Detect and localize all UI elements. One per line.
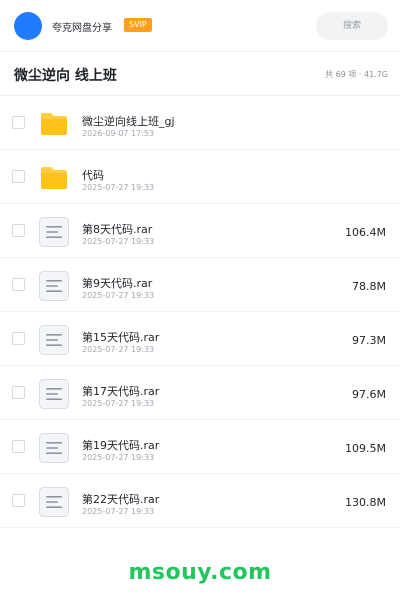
list-item[interactable]: 第19天代码.rar 2025-07-27 19:33 109.5M <box>0 420 400 474</box>
file-date: 2025-07-27 19:33 <box>82 399 155 408</box>
archive-file-icon <box>38 486 70 518</box>
file-date: 2025-07-27 19:33 <box>82 291 155 300</box>
watermark-text: msouy.com <box>128 560 272 585</box>
archive-file-icon <box>38 378 70 410</box>
folder-stats: 共 69 项 · 41.7G <box>325 70 388 79</box>
file-size: 130.8M <box>345 496 386 509</box>
page-title: 微尘逆向 线上班 <box>14 68 117 84</box>
select-checkbox[interactable] <box>12 224 25 237</box>
file-name[interactable]: 第17天代码.rar <box>82 383 159 399</box>
select-checkbox[interactable] <box>12 332 25 345</box>
archive-file-icon <box>38 270 70 302</box>
brand-name: 夸克网盘分享 <box>52 23 112 34</box>
search-button[interactable]: 搜索 <box>316 12 388 40</box>
file-date: 2025-07-27 19:33 <box>82 183 155 192</box>
top-header: 夸克网盘分享 SVIP 搜索 <box>0 0 400 52</box>
archive-file-icon <box>38 432 70 464</box>
file-date: 2025-07-27 19:33 <box>82 345 155 354</box>
select-checkbox[interactable] <box>12 494 25 507</box>
file-size: 97.6M <box>352 388 386 401</box>
folder-icon <box>38 108 70 140</box>
select-checkbox[interactable] <box>12 170 25 183</box>
list-item[interactable]: 第22天代码.rar 2025-07-27 19:33 130.8M <box>0 474 400 528</box>
svip-badge[interactable]: SVIP <box>124 18 152 32</box>
folder-titlebar: 微尘逆向 线上班 共 69 项 · 41.7G <box>0 52 400 96</box>
file-name[interactable]: 第22天代码.rar <box>82 491 159 507</box>
file-name[interactable]: 代码 <box>82 167 104 183</box>
select-checkbox[interactable] <box>12 278 25 291</box>
file-name[interactable]: 微尘逆向线上班_gj <box>82 113 175 129</box>
archive-file-icon <box>38 216 70 248</box>
file-name[interactable]: 第15天代码.rar <box>82 329 159 345</box>
select-checkbox[interactable] <box>12 116 25 129</box>
list-item[interactable]: 第8天代码.rar 2025-07-27 19:33 106.4M <box>0 204 400 258</box>
file-size: 106.4M <box>345 226 386 239</box>
list-item[interactable]: 第17天代码.rar 2025-07-27 19:33 97.6M <box>0 366 400 420</box>
file-date: 2025-07-27 19:33 <box>82 453 155 462</box>
file-size: 97.3M <box>352 334 386 347</box>
archive-file-icon <box>38 324 70 356</box>
file-size: 78.8M <box>352 280 386 293</box>
file-date: 2025-07-27 19:33 <box>82 237 155 246</box>
file-list: 微尘逆向线上班_gj 2026-09-07 17:53 代码 2025-07-27 1… <box>0 96 400 528</box>
list-item[interactable]: 第15天代码.rar 2025-07-27 19:33 97.3M <box>0 312 400 366</box>
file-date: 2025-07-27 19:33 <box>82 507 155 516</box>
select-checkbox[interactable] <box>12 386 25 399</box>
file-name[interactable]: 第19天代码.rar <box>82 437 159 453</box>
list-item[interactable]: 微尘逆向线上班_gj 2026-09-07 17:53 <box>0 96 400 150</box>
list-item[interactable]: 代码 2025-07-27 19:33 <box>0 150 400 204</box>
file-date: 2026-09-07 17:53 <box>82 129 155 138</box>
file-name[interactable]: 第8天代码.rar <box>82 221 152 237</box>
folder-icon <box>38 162 70 194</box>
file-name[interactable]: 第9天代码.rar <box>82 275 152 291</box>
file-size: 109.5M <box>345 442 386 455</box>
avatar[interactable] <box>14 12 42 40</box>
select-checkbox[interactable] <box>12 440 25 453</box>
list-item[interactable]: 第9天代码.rar 2025-07-27 19:33 78.8M <box>0 258 400 312</box>
